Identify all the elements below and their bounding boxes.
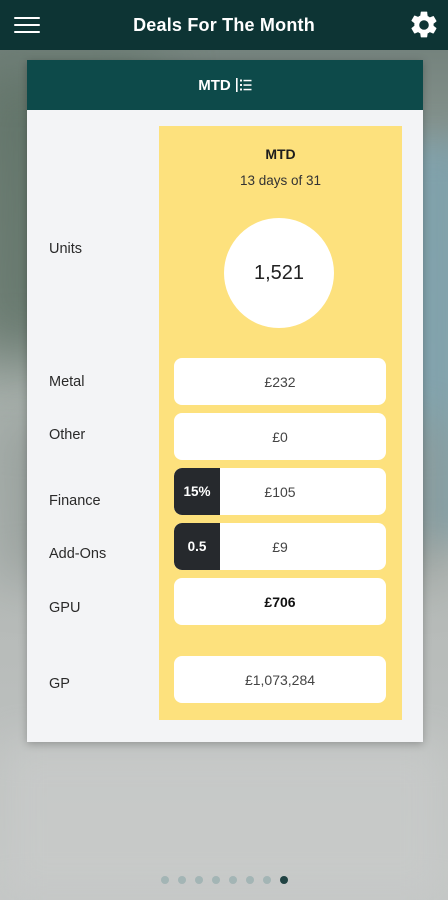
gpu-label: GPU <box>49 600 81 616</box>
panel-title: MTD <box>265 146 296 162</box>
other-value-box: £0 <box>174 413 386 460</box>
page-indicator <box>0 876 448 884</box>
gp-value: £1,073,284 <box>244 671 316 688</box>
app-bar: Deals For The Month <box>0 0 448 50</box>
deals-card: MTD MTD 13 days of 31 1,521 Units Metal … <box>27 60 423 742</box>
hamburger-menu-icon[interactable] <box>10 10 44 40</box>
gpu-value-box: £706 <box>174 578 386 625</box>
metal-value: £232 <box>264 373 296 390</box>
page-dot[interactable] <box>279 876 288 884</box>
finance-penetration-badge: 15% <box>174 468 220 515</box>
page-dot[interactable] <box>262 876 271 884</box>
addons-value: £9 <box>272 538 288 555</box>
units-value: 1,521 <box>224 218 334 328</box>
gp-label: GP <box>49 676 70 692</box>
other-label: Other <box>49 427 86 443</box>
page-dot[interactable] <box>194 876 203 884</box>
finance-label: Finance <box>49 493 101 509</box>
gpu-value: £706 <box>264 593 296 610</box>
panel-subtitle: 13 days of 31 <box>239 173 322 188</box>
addons-label: Add-Ons <box>49 546 107 562</box>
other-value: £0 <box>272 428 288 445</box>
finance-value: £105 <box>264 483 296 500</box>
units-label: Units <box>49 241 83 257</box>
page-dot[interactable] <box>177 876 186 884</box>
finance-value-box: 15% £105 <box>174 468 386 515</box>
list-icon <box>235 78 252 92</box>
page-title: Deals For The Month <box>133 14 315 35</box>
gear-icon[interactable] <box>408 9 440 41</box>
period-label: MTD <box>198 76 231 94</box>
page-dot[interactable] <box>245 876 254 884</box>
metal-label: Metal <box>49 374 85 390</box>
addons-ratio-badge: 0.5 <box>174 523 220 570</box>
gp-value-box: £1,073,284 <box>174 656 386 703</box>
page-dot[interactable] <box>211 876 220 884</box>
addons-value-box: 0.5 £9 <box>174 523 386 570</box>
metal-value-box: £232 <box>174 358 386 405</box>
period-selector[interactable]: MTD <box>27 60 423 110</box>
page-dot[interactable] <box>228 876 237 884</box>
page-dot[interactable] <box>160 876 169 884</box>
